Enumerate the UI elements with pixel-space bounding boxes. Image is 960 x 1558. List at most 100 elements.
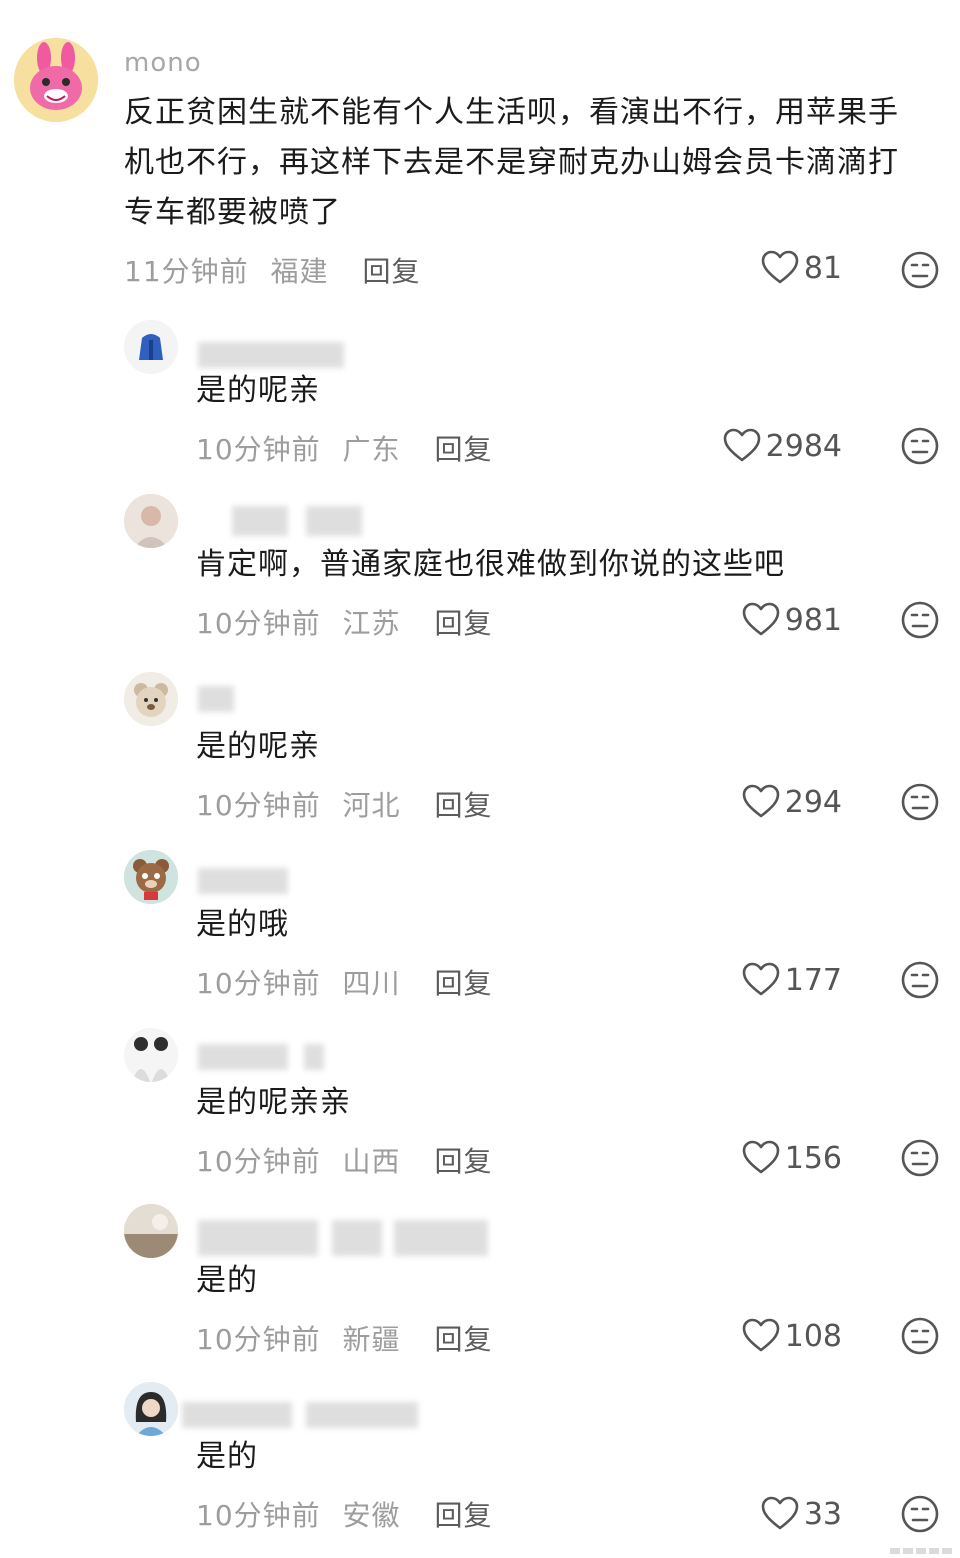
user-avatar[interactable] — [124, 320, 178, 374]
heart-outline-icon — [742, 1318, 780, 1352]
dislike-button[interactable] — [900, 782, 940, 822]
like-count: 156 — [784, 1140, 842, 1176]
neutral-face-icon — [901, 251, 939, 289]
dislike-button[interactable] — [900, 960, 940, 1000]
like-count: 981 — [784, 602, 842, 638]
user-avatar[interactable] — [124, 672, 178, 726]
username-blurred — [198, 1220, 488, 1256]
like-button[interactable]: 2984 — [722, 426, 842, 466]
user-avatar[interactable] — [124, 1382, 178, 1436]
neutral-face-icon — [901, 961, 939, 999]
timestamp: 10分钟前 — [196, 1145, 321, 1178]
like-count: 81 — [803, 250, 842, 286]
photo-avatar-icon — [124, 1204, 178, 1258]
dislike-button[interactable] — [900, 426, 940, 466]
timestamp: 10分钟前 — [196, 789, 321, 822]
reply-button[interactable]: 回复 — [434, 433, 492, 466]
neutral-face-icon — [901, 783, 939, 821]
reply-button[interactable]: 回复 — [434, 967, 492, 1000]
like-count: 33 — [803, 1496, 842, 1532]
dislike-button[interactable] — [900, 1138, 940, 1178]
reply-button[interactable]: 回复 — [434, 1323, 492, 1356]
like-button[interactable]: 108 — [741, 1316, 842, 1356]
heart-outline-icon — [761, 250, 799, 284]
comment-meta: 10分钟前 广东 回复 — [196, 428, 492, 468]
neutral-face-icon — [901, 1317, 939, 1355]
timestamp: 10分钟前 — [196, 1499, 321, 1532]
reply-item: 肯定啊，普通家庭也很难做到你说的这些吧 10分钟前 江苏 回复 981 — [0, 494, 960, 654]
comment-text-line: 机也不行，再这样下去是不是穿耐克办山姆会员卡滴滴打 — [124, 145, 899, 180]
bear-mascot-avatar-icon — [124, 850, 178, 904]
neutral-face-icon — [901, 601, 939, 639]
comment-text: 肯定啊，普通家庭也很难做到你说的这些吧 — [196, 547, 785, 582]
neutral-face-icon — [901, 427, 939, 465]
like-button[interactable]: 81 — [760, 248, 842, 288]
like-count: 294 — [784, 784, 842, 820]
heart-outline-icon — [742, 962, 780, 996]
username-blurred — [182, 1402, 418, 1428]
user-avatar[interactable] — [124, 1028, 178, 1082]
comment-meta: 10分钟前 安徽 回复 — [196, 1494, 492, 1534]
region-label: 四川 — [342, 967, 401, 1000]
comment-meta: 10分钟前 江苏 回复 — [196, 602, 492, 642]
comment-text: 是的呢亲亲 — [196, 1085, 351, 1120]
user-avatar[interactable] — [124, 494, 178, 548]
heart-outline-icon — [742, 784, 780, 818]
reply-button[interactable]: 回复 — [434, 789, 492, 822]
reply-item: 是的呢亲亲 10分钟前 山西 回复 156 — [0, 1028, 960, 1188]
dislike-button[interactable] — [900, 1494, 940, 1534]
user-avatar[interactable] — [124, 1204, 178, 1258]
heart-outline-icon — [761, 1496, 799, 1530]
watermark — [890, 1548, 952, 1554]
comment-text-line: 专车都要被喷了 — [124, 195, 341, 230]
jacket-avatar-icon — [124, 320, 178, 374]
comment-meta: 10分钟前 四川 回复 — [196, 962, 492, 1002]
user-avatar[interactable] — [14, 38, 98, 122]
like-button[interactable]: 177 — [741, 960, 842, 1000]
timestamp: 10分钟前 — [196, 607, 321, 640]
comment-text: 是的呢亲 — [196, 729, 320, 764]
reply-item: 是的呢亲 10分钟前 河北 回复 294 — [0, 672, 960, 832]
comment-text: 反正贫困生就不能有个人生活呗，看演出不行，用苹果手 机也不行，再这样下去是不是穿… — [124, 88, 924, 238]
heart-outline-icon — [742, 602, 780, 636]
reply-button[interactable]: 回复 — [434, 1145, 492, 1178]
comment-text: 是的呢亲 — [196, 373, 320, 408]
like-count: 2984 — [765, 428, 842, 464]
neutral-face-icon — [901, 1139, 939, 1177]
heart-outline-icon — [723, 428, 760, 462]
like-button[interactable]: 156 — [741, 1138, 842, 1178]
like-count: 177 — [784, 962, 842, 998]
couple-avatar-icon — [124, 1028, 178, 1082]
like-button[interactable]: 33 — [760, 1494, 842, 1534]
comment-meta: 11分钟前 福建 回复 — [124, 250, 420, 290]
username-blurred — [198, 342, 344, 368]
comment-text: 是的哦 — [196, 907, 289, 942]
girl-avatar-icon — [124, 1382, 178, 1436]
username-blurred — [198, 686, 234, 712]
comment-meta: 10分钟前 河北 回复 — [196, 784, 492, 824]
main-comment: mono 反正贫困生就不能有个人生活呗，看演出不行，用苹果手 机也不行，再这样下… — [0, 0, 960, 300]
reply-button[interactable]: 回复 — [434, 607, 492, 640]
rabbit-avatar-icon — [14, 38, 98, 122]
timestamp: 10分钟前 — [196, 1323, 321, 1356]
comment-text: 是的 — [196, 1263, 258, 1298]
dislike-button[interactable] — [900, 600, 940, 640]
heart-outline-icon — [742, 1140, 780, 1174]
user-avatar[interactable] — [124, 850, 178, 904]
dislike-button[interactable] — [900, 1316, 940, 1356]
timestamp: 10分钟前 — [196, 967, 321, 1000]
portrait-avatar-icon — [124, 494, 178, 548]
reply-item: 是的 10分钟前 新疆 回复 108 — [0, 1204, 960, 1364]
like-button[interactable]: 294 — [741, 782, 842, 822]
like-button[interactable]: 981 — [741, 600, 842, 640]
neutral-face-icon — [901, 1495, 939, 1533]
timestamp: 11分钟前 — [124, 255, 249, 288]
username[interactable]: mono — [124, 48, 202, 78]
username-blurred — [232, 506, 362, 536]
username-blurred — [198, 1044, 324, 1070]
dislike-button[interactable] — [900, 250, 940, 290]
region-label: 福建 — [270, 255, 329, 288]
reply-button[interactable]: 回复 — [362, 255, 420, 288]
timestamp: 10分钟前 — [196, 433, 321, 466]
reply-button[interactable]: 回复 — [434, 1499, 492, 1532]
